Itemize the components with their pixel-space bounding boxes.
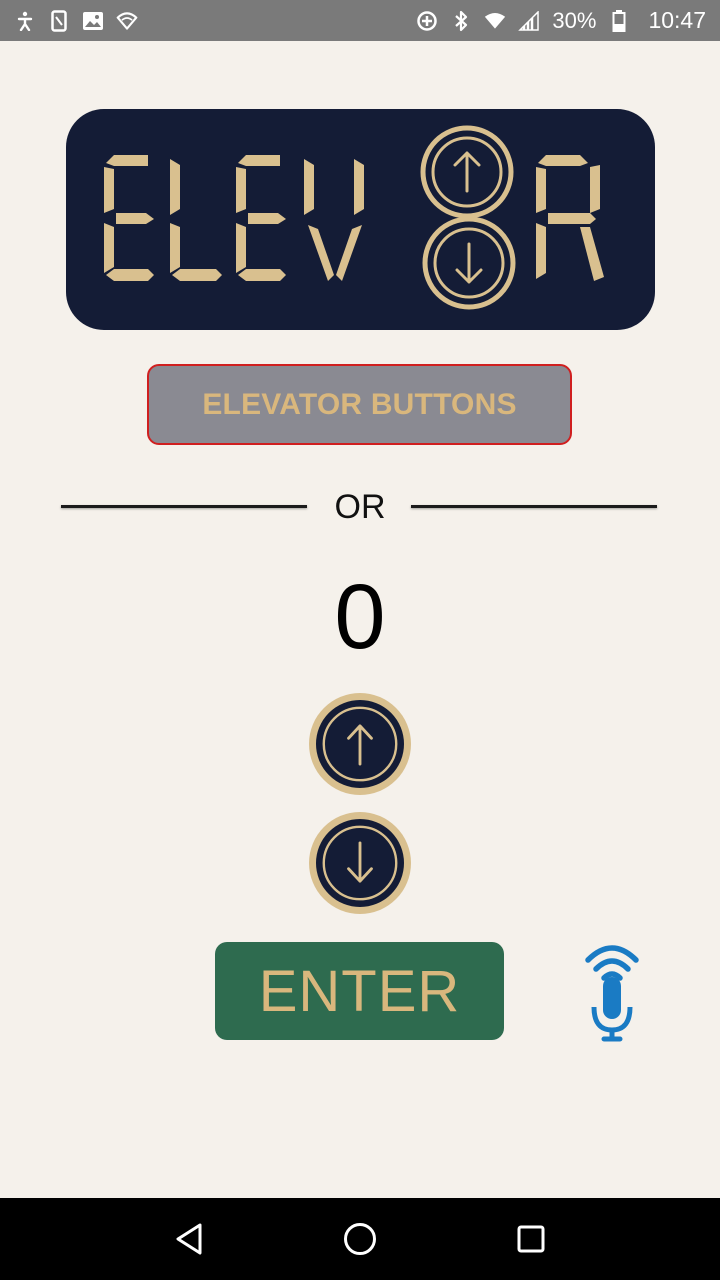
divider-or-label: OR	[334, 488, 386, 526]
clock: 10:47	[648, 7, 706, 33]
system-nav-bar	[0, 1198, 720, 1280]
voice-input-icon	[585, 945, 639, 1042]
battery-percentage: 30%	[552, 7, 597, 33]
voice-input-button[interactable]	[580, 938, 644, 1044]
battery-icon	[608, 9, 630, 32]
arrow-down-icon	[322, 825, 398, 901]
phone-frame-icon	[48, 9, 70, 32]
status-bar: 30% 10:47	[0, 0, 720, 41]
logo-letters	[104, 155, 604, 281]
signal-icon	[518, 10, 540, 32]
divider-left	[61, 505, 307, 508]
logo-up-circle	[420, 125, 514, 219]
status-right-icons: 30% 10:47	[416, 7, 706, 34]
arrow-up-icon	[322, 706, 398, 782]
recents-icon[interactable]	[511, 1219, 551, 1259]
floor-up-button[interactable]	[309, 693, 411, 795]
back-icon[interactable]	[169, 1219, 209, 1259]
floor-down-button[interactable]	[309, 812, 411, 914]
floor-down-button-face	[316, 819, 404, 907]
logo-down-circle	[422, 216, 516, 310]
app-logo	[66, 109, 655, 330]
status-left-icons	[14, 9, 138, 32]
home-icon[interactable]	[340, 1219, 380, 1259]
divider-right	[411, 505, 657, 508]
logo-graphic	[104, 125, 604, 310]
floor-number-display: 0	[334, 566, 386, 668]
image-icon	[82, 10, 104, 32]
floor-up-button-face	[316, 700, 404, 788]
enter-button[interactable]: ENTER	[215, 942, 504, 1040]
data-saver-icon	[416, 10, 438, 32]
elevator-buttons-button[interactable]: ELEVATOR BUTTONS	[147, 364, 572, 445]
wifi-icon	[484, 10, 506, 32]
wifi-shield-icon	[116, 10, 138, 32]
accessibility-icon	[14, 10, 36, 32]
bluetooth-icon	[450, 10, 472, 32]
